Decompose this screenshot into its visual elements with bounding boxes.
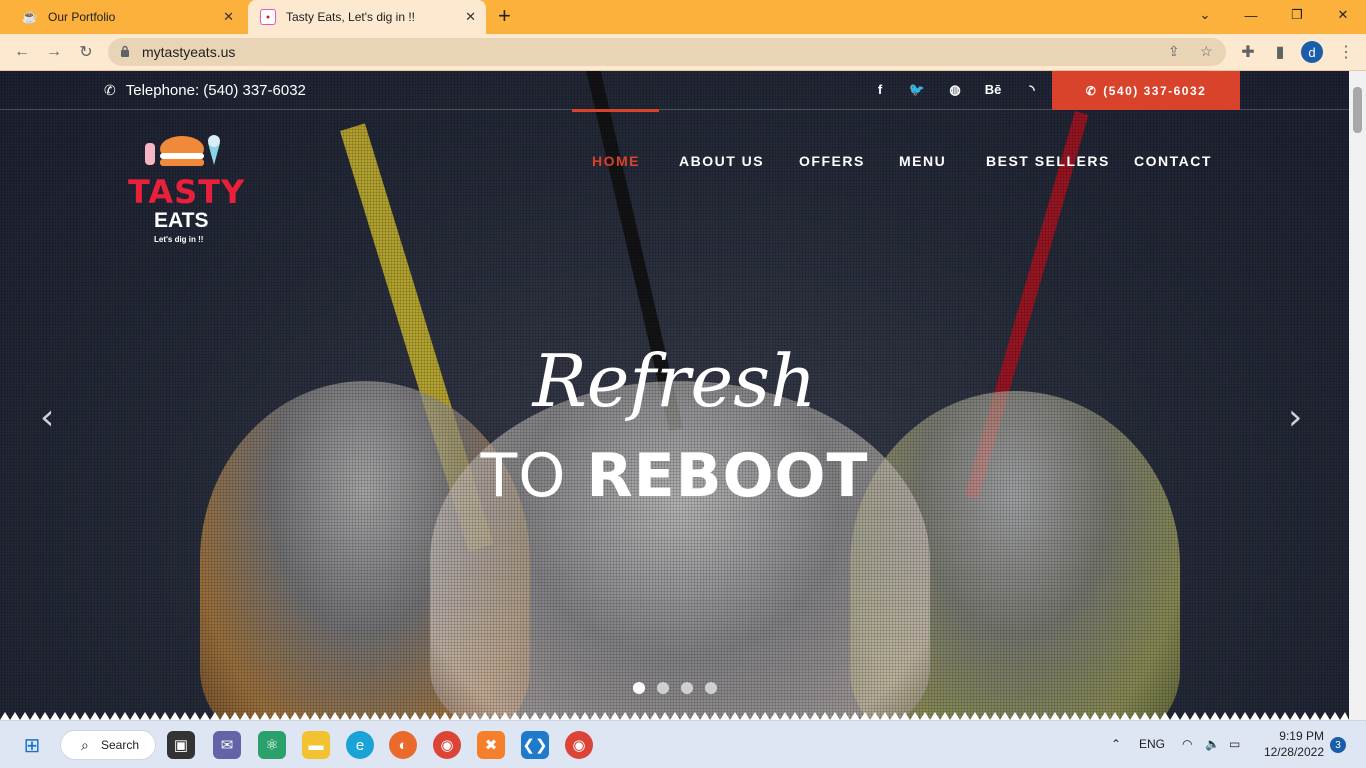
windows-taskbar: ⊞ ⌕ Search ▣ ✉ ⚛ ▬ e ◐ ◉ ✖ ❮❯ ◉ ⌃ ENG ◠ … bbox=[0, 720, 1366, 768]
forward-button[interactable]: → bbox=[42, 40, 66, 64]
window-close-button[interactable]: ✕ bbox=[1320, 0, 1366, 30]
burger-logo-icon bbox=[145, 135, 220, 166]
behance-icon[interactable]: Bē bbox=[983, 82, 1003, 97]
hero-headline-reboot-bold: REBOOT bbox=[586, 441, 869, 511]
tasty-eats-logo[interactable]: TASTY EATS Let's dig in !! bbox=[124, 129, 244, 249]
browser-tab-bar: ☕ Our Portfolio ✕ ● Tasty Eats, Let's di… bbox=[0, 0, 1366, 34]
hero-headline-reboot: TO REBOOT bbox=[0, 441, 1349, 511]
teams-chat-icon[interactable]: ✉ bbox=[213, 731, 241, 759]
maximize-button[interactable]: ❐ bbox=[1274, 0, 1320, 30]
atom-app-icon[interactable]: ⚛ bbox=[258, 731, 286, 759]
phone-icon: ✆ bbox=[1085, 83, 1098, 98]
notification-badge[interactable]: 3 bbox=[1330, 737, 1346, 753]
telephone-label: Telephone: (540) 337-6032 bbox=[125, 82, 306, 99]
logo-brand-line2: EATS bbox=[154, 209, 209, 232]
site-topbar: ✆ Telephone: (540) 337-6032 f 🐦 ◍ Bē ◝ ✆… bbox=[0, 71, 1349, 110]
menu-kebab-icon[interactable]: ⋮ bbox=[1334, 40, 1358, 64]
nav-offers[interactable]: OFFERS bbox=[799, 153, 865, 169]
chrome-profile-icon[interactable]: ◉ bbox=[565, 731, 593, 759]
nav-about-us[interactable]: ABOUT US bbox=[679, 153, 764, 169]
volume-icon[interactable]: 🔈 bbox=[1205, 737, 1220, 751]
taskbar-clock[interactable]: 9:19 PM 12/28/2022 bbox=[1260, 728, 1324, 760]
tasty-eats-favicon-icon: ● bbox=[260, 9, 276, 25]
portfolio-favicon-icon: ☕ bbox=[21, 9, 39, 24]
slider-pagination bbox=[633, 682, 717, 694]
extensions-puzzle-icon[interactable]: ✚ bbox=[1236, 40, 1260, 64]
file-explorer-icon[interactable]: ▬ bbox=[302, 731, 330, 759]
task-view-icon[interactable]: ▣ bbox=[167, 731, 195, 759]
slider-dot[interactable] bbox=[657, 682, 669, 694]
share-icon[interactable]: ⇪ bbox=[1168, 43, 1180, 60]
clock-date: 12/28/2022 bbox=[1263, 745, 1324, 759]
hero-headline-to: TO bbox=[480, 441, 567, 511]
phone-icon: ✆ bbox=[104, 82, 116, 98]
profile-avatar[interactable]: d bbox=[1301, 41, 1323, 63]
vscode-icon[interactable]: ❮❯ bbox=[521, 731, 549, 759]
clock-time: 9:19 PM bbox=[1279, 729, 1324, 743]
slider-dot[interactable] bbox=[633, 682, 645, 694]
new-tab-button[interactable]: + bbox=[498, 5, 511, 27]
reload-button[interactable]: ↻ bbox=[74, 40, 98, 64]
page-scrollbar[interactable] bbox=[1349, 71, 1366, 720]
show-hidden-icons-chevron-icon[interactable]: ⌃ bbox=[1111, 737, 1121, 751]
logo-brand-line1: TASTY bbox=[128, 173, 246, 211]
tab-search-chevron-icon[interactable]: ⌄ bbox=[1182, 0, 1228, 30]
telephone-info: ✆ Telephone: (540) 337-6032 bbox=[104, 82, 306, 99]
page-viewport: ✆ Telephone: (540) 337-6032 f 🐦 ◍ Bē ◝ ✆… bbox=[0, 71, 1349, 720]
battery-icon[interactable]: ▭ bbox=[1229, 737, 1240, 751]
facebook-icon[interactable]: f bbox=[870, 82, 890, 97]
slider-dot[interactable] bbox=[681, 682, 693, 694]
browser-toolbar: ← → ↻ mytastyeats.us ⇪ ☆ ✚ ▮ d ⋮ bbox=[0, 34, 1366, 71]
close-icon[interactable]: ✕ bbox=[223, 9, 234, 25]
address-bar[interactable]: mytastyeats.us ⇪ ☆ bbox=[108, 38, 1226, 66]
dribbble-icon[interactable]: ◍ bbox=[945, 82, 965, 98]
wifi-icon[interactable]: ◠ bbox=[1182, 737, 1192, 751]
chrome-icon[interactable]: ◉ bbox=[433, 731, 461, 759]
twitter-icon[interactable]: 🐦 bbox=[907, 82, 927, 98]
lock-icon bbox=[121, 45, 129, 57]
nav-home[interactable]: HOME bbox=[592, 153, 640, 169]
phone-button[interactable]: ✆ (540) 337-6032 bbox=[1052, 71, 1240, 110]
rss-icon[interactable]: ◝ bbox=[1022, 82, 1042, 98]
active-nav-indicator bbox=[572, 109, 659, 112]
windows-start-icon[interactable]: ⊞ bbox=[18, 731, 46, 759]
zigzag-border bbox=[0, 712, 1349, 720]
slider-next-arrow-icon[interactable]: › bbox=[1288, 397, 1302, 438]
side-panel-icon[interactable]: ▮ bbox=[1268, 40, 1292, 64]
firefox-icon[interactable]: ◐ bbox=[389, 731, 417, 759]
tab-title: Tasty Eats, Let's dig in !! bbox=[286, 10, 416, 24]
url-text: mytastyeats.us bbox=[142, 44, 236, 60]
phone-button-label: (540) 337-6032 bbox=[1103, 83, 1207, 98]
close-icon[interactable]: ✕ bbox=[465, 9, 476, 25]
logo-tagline: Let's dig in !! bbox=[154, 235, 204, 244]
edge-browser-icon[interactable]: e bbox=[346, 731, 374, 759]
search-icon: ⌕ bbox=[81, 737, 89, 753]
nav-contact[interactable]: CONTACT bbox=[1134, 153, 1212, 169]
xampp-icon[interactable]: ✖ bbox=[477, 731, 505, 759]
slider-dot[interactable] bbox=[705, 682, 717, 694]
hero-headline-refresh: Refresh bbox=[532, 339, 817, 423]
taskbar-search[interactable]: ⌕ Search bbox=[60, 730, 156, 760]
minimize-button[interactable]: — bbox=[1228, 0, 1274, 30]
language-indicator[interactable]: ENG bbox=[1139, 737, 1165, 751]
search-label: Search bbox=[101, 738, 140, 752]
nav-menu[interactable]: MENU bbox=[899, 153, 946, 169]
tab-tasty-eats[interactable]: ● Tasty Eats, Let's dig in !! ✕ bbox=[248, 0, 486, 34]
nav-best-sellers[interactable]: BEST SELLERS bbox=[986, 153, 1110, 169]
tab-title: Our Portfolio bbox=[48, 10, 116, 24]
bookmark-star-icon[interactable]: ☆ bbox=[1200, 43, 1213, 60]
slider-prev-arrow-icon[interactable]: ‹ bbox=[40, 397, 54, 438]
scrollbar-thumb[interactable] bbox=[1353, 87, 1362, 133]
back-button[interactable]: ← bbox=[10, 40, 34, 64]
tab-our-portfolio[interactable]: ☕ Our Portfolio ✕ bbox=[8, 0, 244, 34]
